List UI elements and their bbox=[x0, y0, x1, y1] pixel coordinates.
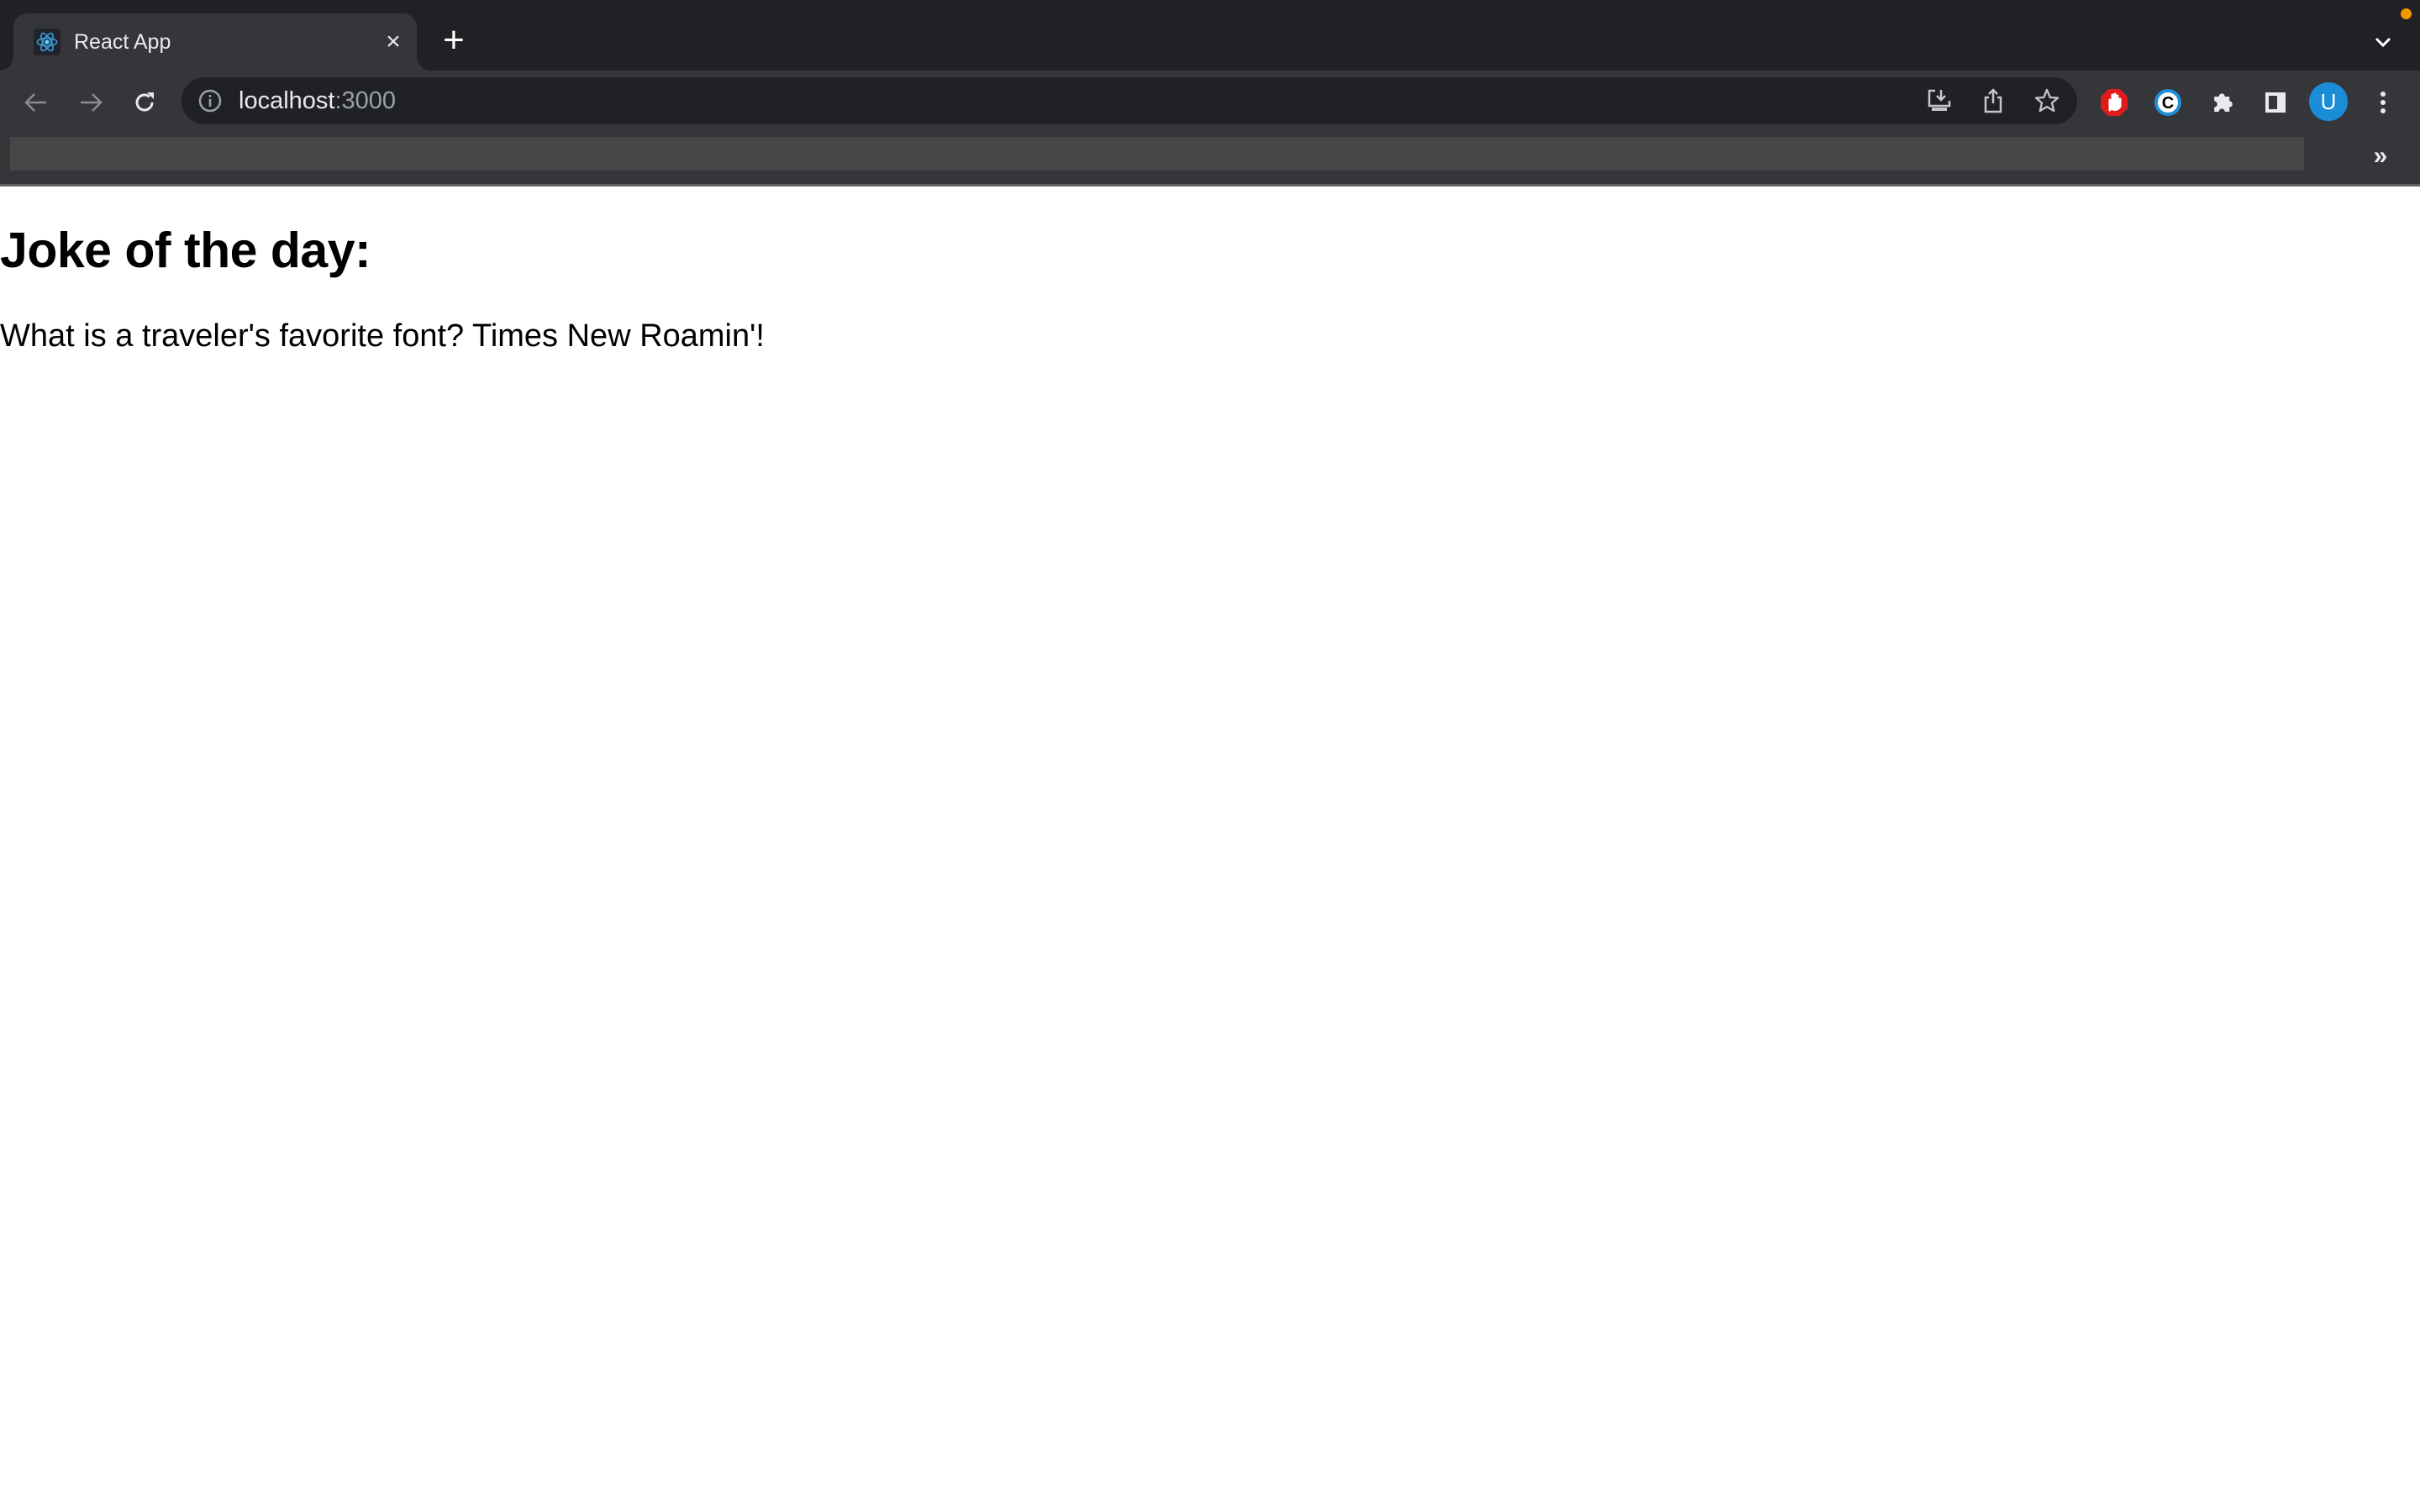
back-button[interactable] bbox=[19, 86, 53, 119]
arrow-right-icon bbox=[81, 93, 103, 112]
reload-icon bbox=[135, 92, 154, 112]
adblock-icon[interactable] bbox=[2099, 87, 2129, 118]
new-tab-button[interactable]: + bbox=[439, 22, 469, 59]
address-bar[interactable]: localhost:3000 bbox=[182, 77, 2077, 124]
tab-title: React App bbox=[74, 30, 171, 54]
extensions-puzzle-icon[interactable] bbox=[2207, 87, 2237, 118]
arrow-left-icon bbox=[24, 93, 46, 112]
side-panel-icon[interactable] bbox=[2260, 87, 2291, 118]
tab-search-chevron-down-icon[interactable] bbox=[2370, 29, 2396, 55]
joke-text: What is a traveler's favorite font? Time… bbox=[0, 318, 765, 354]
bookmarks-overflow-button[interactable]: » bbox=[2368, 141, 2393, 171]
page-heading: Joke of the day: bbox=[0, 223, 371, 278]
profile-avatar[interactable]: U bbox=[2309, 82, 2348, 121]
svg-text:C: C bbox=[2162, 94, 2174, 113]
notification-dot bbox=[2401, 8, 2412, 19]
url-port: :3000 bbox=[334, 87, 397, 114]
toolbar: localhost:3000 C U bbox=[0, 71, 2420, 133]
reload-button[interactable] bbox=[128, 86, 161, 119]
bookmark-star-icon[interactable] bbox=[2033, 87, 2060, 114]
forward-button[interactable] bbox=[74, 86, 108, 119]
c-extension-icon[interactable]: C bbox=[2153, 87, 2183, 118]
tab-strip: React App × + bbox=[0, 0, 2420, 71]
url-text[interactable]: localhost:3000 bbox=[239, 77, 396, 124]
menu-kebab-icon[interactable] bbox=[2368, 87, 2398, 118]
bookmarks-redacted-area bbox=[10, 137, 2304, 171]
share-icon[interactable] bbox=[1980, 87, 2007, 114]
page-content: Joke of the day: What is a traveler's fa… bbox=[0, 186, 2420, 1512]
info-icon[interactable] bbox=[198, 89, 222, 113]
url-host: localhost bbox=[239, 87, 335, 114]
bookmarks-bar: » bbox=[0, 133, 2420, 185]
install-app-icon[interactable] bbox=[1926, 87, 1953, 114]
tab-react-app[interactable]: React App × bbox=[0, 13, 430, 71]
browser-chrome: React App × + localhost:3000 C U » bbox=[0, 0, 2420, 186]
close-tab-icon[interactable]: × bbox=[380, 29, 407, 55]
react-logo-icon bbox=[34, 29, 60, 55]
